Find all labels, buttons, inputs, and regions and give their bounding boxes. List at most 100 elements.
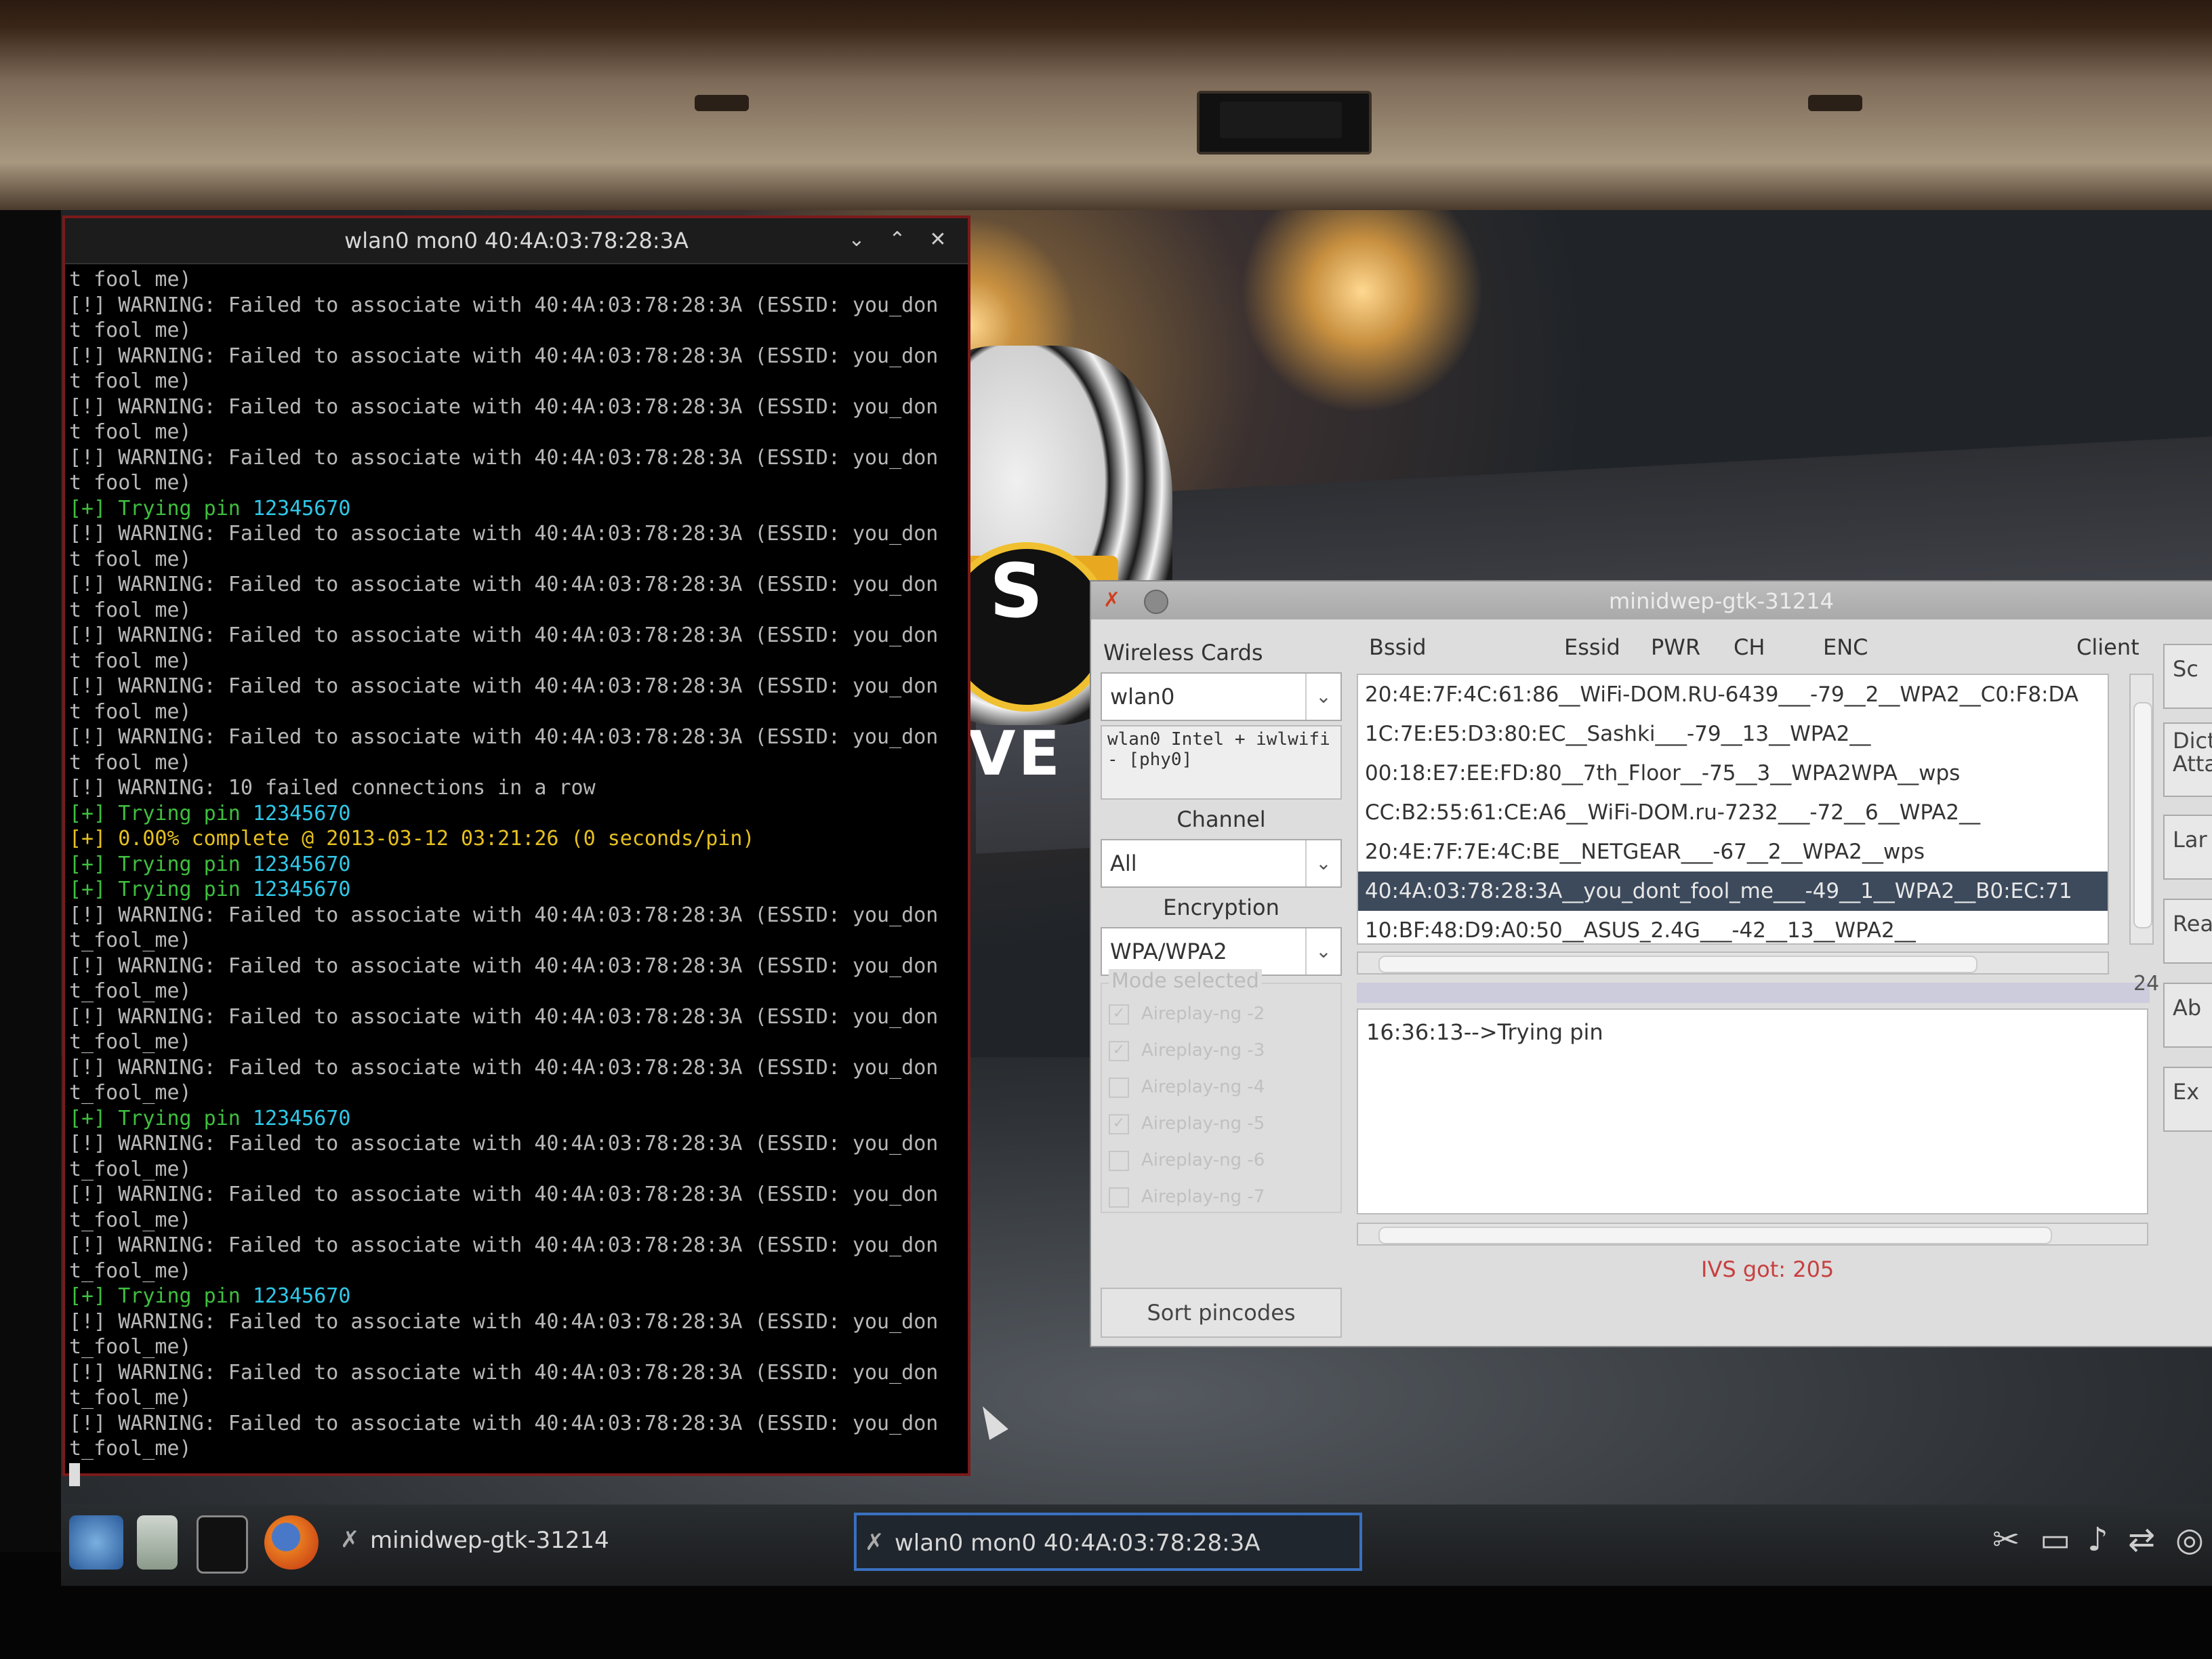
bezel-sensor	[1808, 95, 1862, 111]
log-output[interactable]: 16:36:13-->Trying pin	[1357, 1008, 2148, 1214]
terminal-line: [+] Trying pin 12345670	[69, 878, 351, 901]
file-manager-icon[interactable]	[137, 1515, 178, 1570]
terminal-line: t_fool_me)	[69, 1437, 192, 1460]
wireless-card-value: wlan0	[1110, 684, 1175, 710]
col-enc[interactable]: ENC	[1823, 634, 1868, 660]
task-minidwep[interactable]: ✗ minidwep-gtk-31214	[332, 1513, 908, 1571]
terminal-titlebar[interactable]: wlan0 mon0 40:4A:03:78:28:3A ⌄ ⌃ ✕	[65, 218, 968, 264]
scrollbar-thumb[interactable]	[1378, 956, 1978, 973]
chevron-down-icon[interactable]: ⌄	[1305, 674, 1340, 720]
reaver-button[interactable]: Rea	[2163, 899, 2212, 964]
terminal-line: t_fool_me)	[69, 1208, 192, 1232]
col-ch[interactable]: CH	[1734, 634, 1765, 660]
col-bssid[interactable]: Bssid	[1369, 634, 1427, 660]
terminal-line: t fool me)	[69, 598, 192, 622]
network-columns: Bssid Essid PWR CH ENC Client	[1355, 634, 2212, 667]
maximize-icon[interactable]: ⌃	[885, 228, 909, 252]
terminal-line: t fool me)	[69, 420, 192, 444]
terminal-line: t_fool_me)	[69, 928, 192, 952]
settings-panel: Wireless Cards wlan0 ⌄ wlan0 Intel + iwl…	[1101, 633, 1342, 1213]
terminal-line: [!] WARNING: Failed to associate with 40…	[69, 445, 939, 470]
volume-icon[interactable]: ♪	[2087, 1519, 2108, 1560]
checkbox-checked-icon[interactable]: ✓	[1109, 1113, 1129, 1134]
network-row[interactable]: 00:18:E7:EE:FD:80__7th_Floor__-75__3__WP…	[1358, 754, 2108, 793]
pin-value: 12345670	[252, 496, 351, 520]
network-list-scrollbar[interactable]	[2129, 674, 2154, 945]
mode-option[interactable]: ✓ Aireplay-ng -5	[1109, 1106, 1340, 1141]
taskbar: ✗ minidwep-gtk-31214 ✗ wlan0 mon0 40:4A:…	[61, 1504, 2212, 1586]
more-icon[interactable]: ◎	[2175, 1519, 2204, 1560]
network-row[interactable]: 40:4A:03:78:28:3A__you_dont_fool_me___-4…	[1358, 872, 2108, 911]
encryption-value: WPA/WPA2	[1110, 939, 1227, 964]
app-icon: ✗	[865, 1529, 884, 1556]
pin-value: 12345670	[252, 1284, 351, 1308]
terminal-line: t fool me)	[69, 268, 192, 291]
minidwep-titlebar[interactable]: ✗ minidwep-gtk-31214	[1091, 581, 2212, 619]
terminal-line: t_fool_me)	[69, 1335, 192, 1359]
terminal-line: t fool me)	[69, 319, 192, 342]
mode-option[interactable]: Aireplay-ng -7	[1109, 1179, 1340, 1214]
mode-option[interactable]: ✓ Aireplay-ng -2	[1109, 996, 1340, 1031]
network-list[interactable]: 20:4E:7F:4C:61:86__WiFi-DOM.RU-6439___-7…	[1357, 674, 2109, 945]
mode-option[interactable]: Aireplay-ng -6	[1109, 1143, 1340, 1178]
mode-option[interactable]: Aireplay-ng -4	[1109, 1069, 1340, 1105]
terminal-line: [!] WARNING: Failed to associate with 40…	[69, 674, 939, 698]
network-row[interactable]: 10:BF:48:D9:A0:50__ASUS_2.4G___-42__13__…	[1358, 911, 2108, 943]
col-essid[interactable]: Essid	[1564, 634, 1620, 660]
channel-select[interactable]: All ⌄	[1101, 839, 1342, 888]
terminal-line: [!] WARNING: Failed to associate with 40…	[69, 522, 939, 546]
checkbox-checked-icon[interactable]: ✓	[1109, 1040, 1129, 1061]
close-icon[interactable]: ✕	[926, 228, 950, 252]
scrollbar-thumb[interactable]	[2133, 702, 2152, 928]
network-row[interactable]: 20:4E:7F:7E:4C:BE__NETGEAR___-67__2__WPA…	[1358, 832, 2108, 872]
terminal-line: t fool me)	[69, 699, 192, 724]
wallpaper-logo-letter: S	[989, 548, 1044, 634]
network-row[interactable]: 1C:7E:E5:D3:80:EC__Sashki___-79__13__WPA…	[1358, 714, 2108, 754]
chevron-down-icon[interactable]: ⌄	[1305, 840, 1340, 886]
terminal-line: [!] WARNING: Failed to associate with 40…	[69, 725, 939, 749]
log-hscrollbar[interactable]	[1357, 1223, 2148, 1246]
launch-button[interactable]: Lar	[2163, 815, 2212, 880]
network-row[interactable]: 20:4E:7F:4C:61:86__WiFi-DOM.RU-6439___-7…	[1358, 675, 2108, 714]
task-label: minidwep-gtk-31214	[370, 1527, 609, 1554]
terminal-output[interactable]: t fool me) [!] WARNING: Failed to associa…	[65, 264, 968, 1490]
network-icon[interactable]: ⇄	[2128, 1519, 2155, 1560]
dictionary-attack-button[interactable]: Dicti Atta	[2163, 722, 2212, 797]
checkbox-icon[interactable]	[1109, 1150, 1129, 1171]
mode-option-label: Aireplay-ng -4	[1141, 1077, 1265, 1097]
mode-option[interactable]: ✓ Aireplay-ng -3	[1109, 1033, 1340, 1068]
terminal-line: t_fool_me)	[69, 1157, 192, 1181]
checkbox-icon[interactable]	[1109, 1077, 1129, 1098]
exit-button[interactable]: Ex	[2163, 1067, 2212, 1132]
scan-button[interactable]: Sc	[2163, 644, 2212, 709]
checkbox-checked-icon[interactable]: ✓	[1109, 1004, 1129, 1025]
channel-label: Channel	[1176, 806, 1266, 832]
kde-menu-icon[interactable]	[69, 1515, 123, 1570]
checkbox-icon[interactable]	[1109, 1187, 1129, 1208]
terminal-line: [!] WARNING: Failed to associate with 40…	[69, 1360, 939, 1385]
sort-pincodes-button[interactable]: Sort pincodes	[1101, 1288, 1342, 1338]
col-pwr[interactable]: PWR	[1651, 634, 1700, 660]
terminal-line: [!] WARNING: Failed to associate with 40…	[69, 1233, 939, 1257]
laptop-bezel	[0, 0, 2212, 210]
col-client[interactable]: Client	[2076, 634, 2139, 660]
abort-button[interactable]: Ab	[2163, 983, 2212, 1048]
task-terminal[interactable]: ✗ wlan0 mon0 40:4A:03:78:28:3A	[854, 1513, 1362, 1571]
wireless-card-select[interactable]: wlan0 ⌄	[1101, 672, 1342, 721]
mode-option-label: Aireplay-ng -5	[1141, 1113, 1265, 1134]
channel-value: All	[1110, 851, 1137, 876]
terminal-line: t_fool_me)	[69, 1081, 192, 1105]
display-icon[interactable]: ▭	[2040, 1519, 2070, 1560]
firefox-icon[interactable]	[264, 1515, 319, 1570]
chevron-down-icon[interactable]: ⌄	[1305, 928, 1340, 975]
minidwep-window[interactable]: ✗ minidwep-gtk-31214 Wireless Cards wlan…	[1090, 580, 2212, 1347]
scrollbar-thumb[interactable]	[1378, 1227, 2052, 1244]
terminal-icon[interactable]	[197, 1515, 248, 1574]
network-list-hscrollbar[interactable]	[1357, 951, 2109, 975]
network-row[interactable]: CC:B2:55:61:CE:A6__WiFi-DOM.ru-7232___-7…	[1358, 793, 2108, 832]
scissors-icon[interactable]: ✂	[1992, 1519, 2020, 1560]
mode-option-label: Aireplay-ng -6	[1141, 1150, 1265, 1170]
minimize-icon[interactable]: ⌄	[844, 228, 869, 252]
terminal-window[interactable]: wlan0 mon0 40:4A:03:78:28:3A ⌄ ⌃ ✕ t foo…	[62, 216, 970, 1486]
terminal-line: [+] Trying pin 12345670	[69, 496, 351, 520]
